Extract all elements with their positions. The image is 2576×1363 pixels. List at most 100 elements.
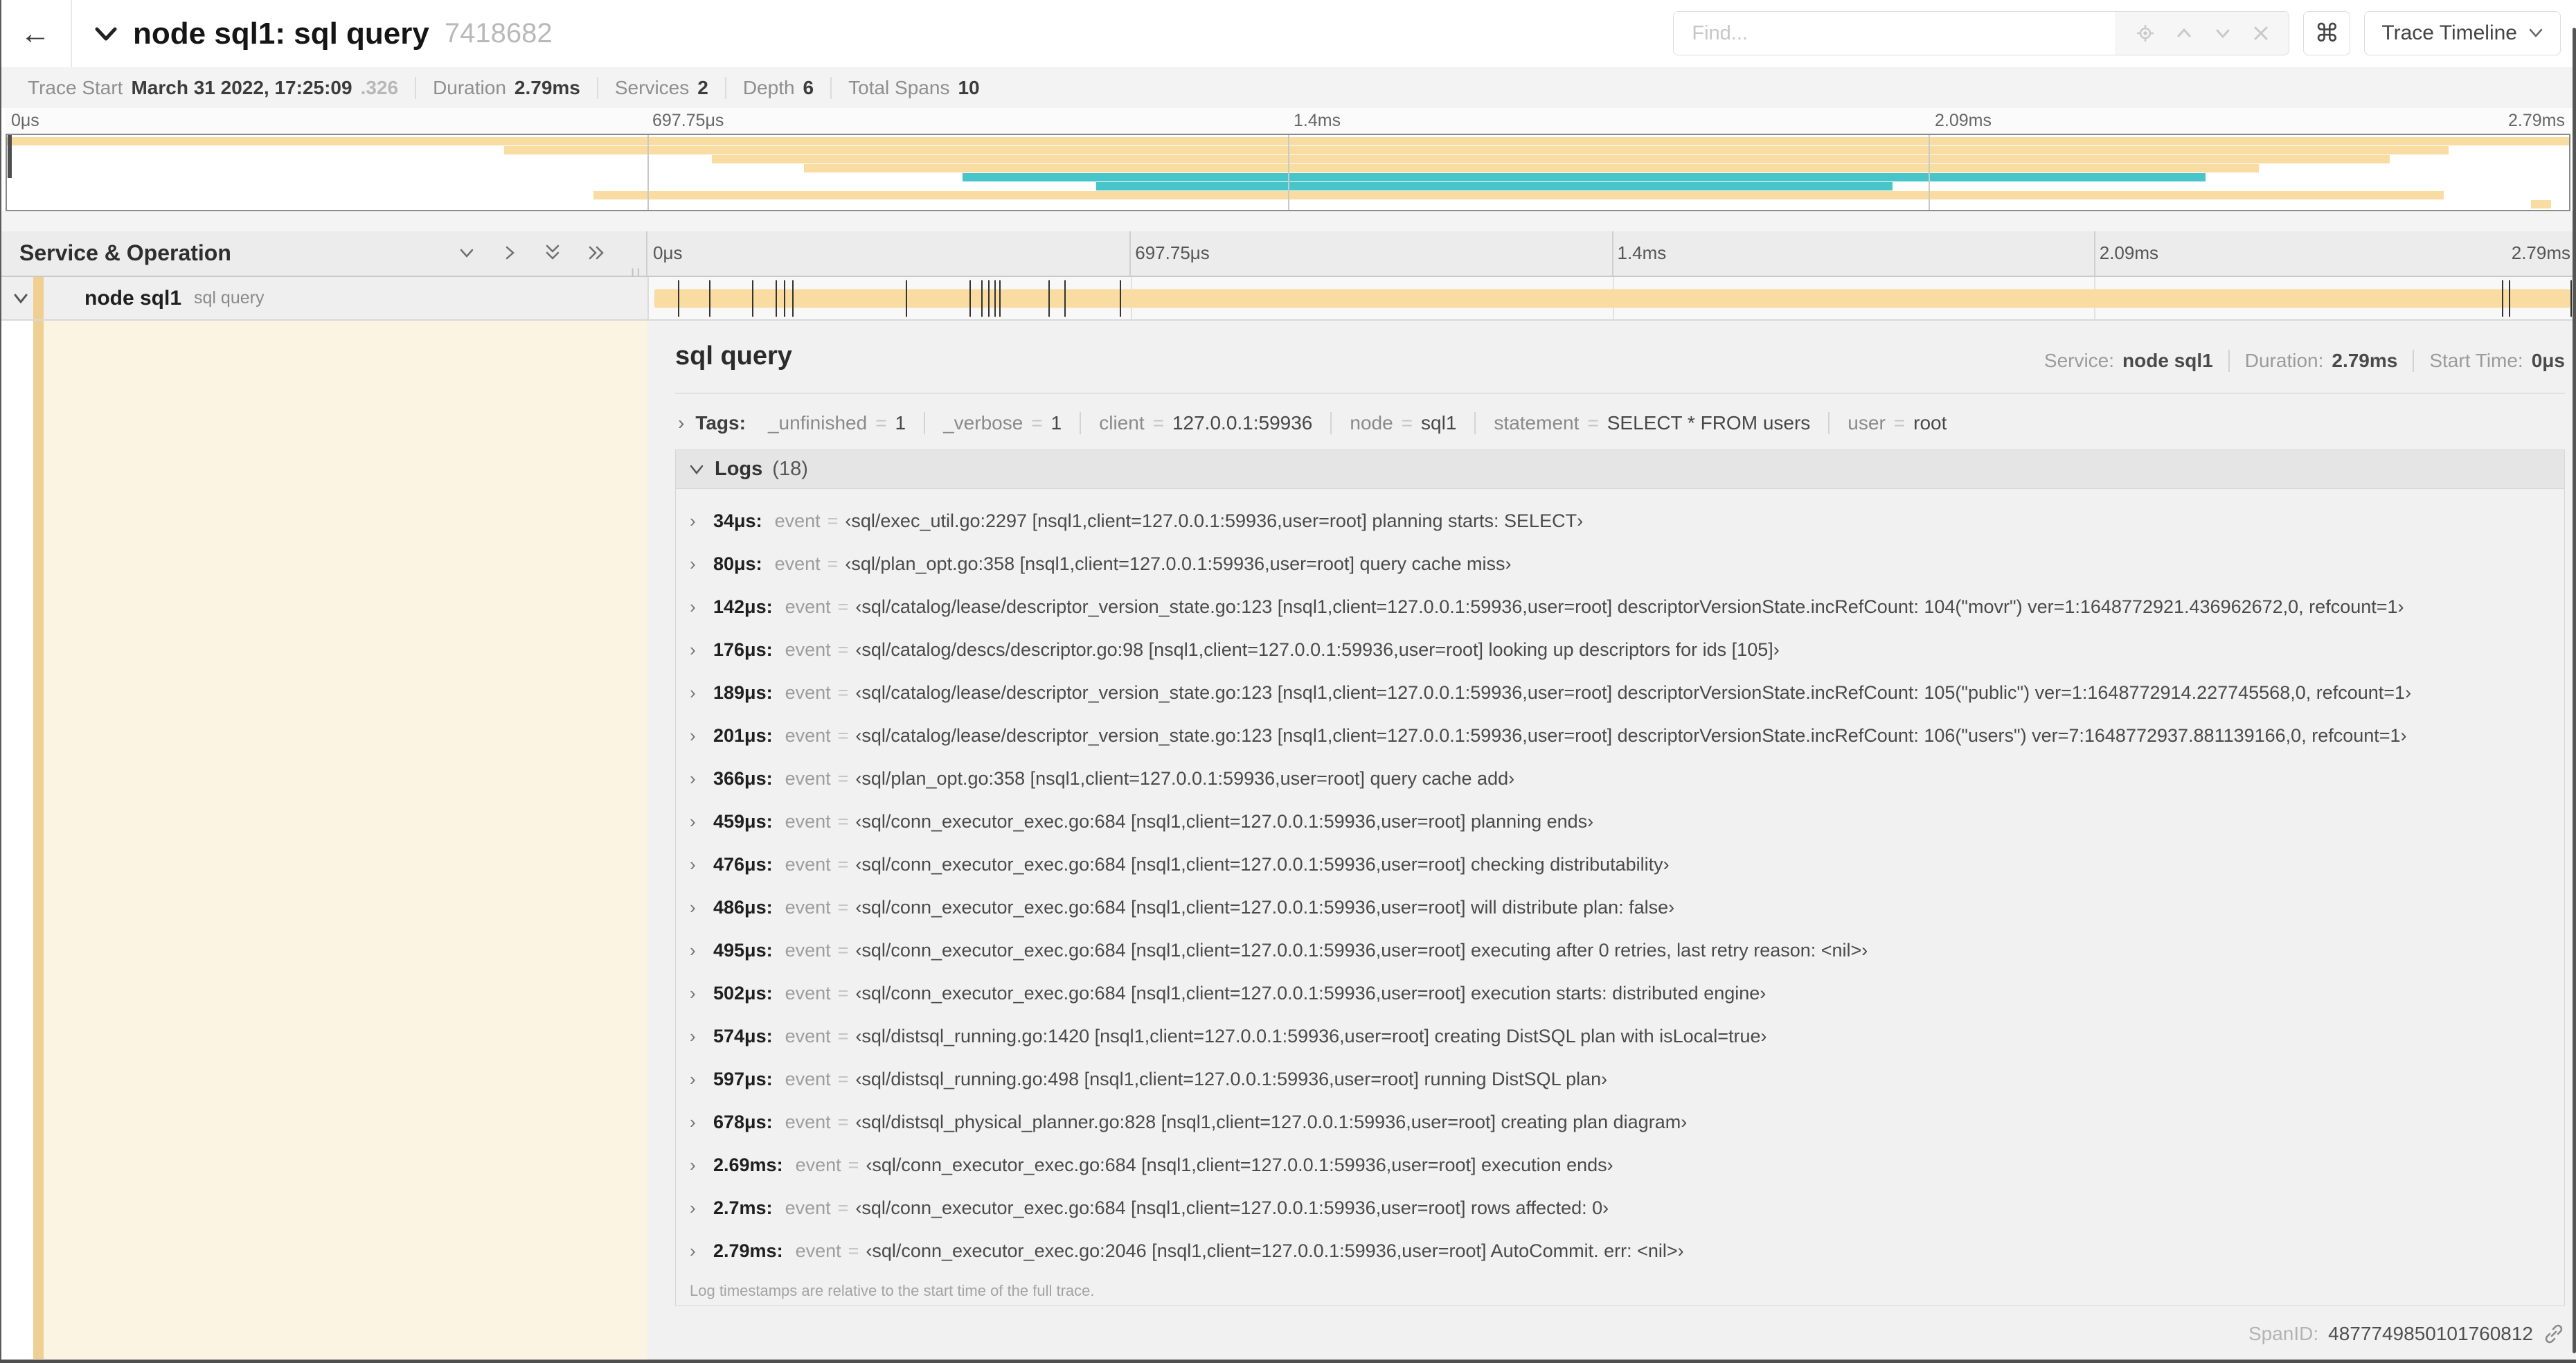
log-timestamp: 34μs: [713, 510, 762, 531]
span-row: node sql1 sql query [0, 277, 2576, 319]
trace-minimap[interactable] [6, 134, 2570, 211]
chevron-right-icon: › [690, 553, 696, 574]
horizontal-scrollbar[interactable] [0, 1360, 2576, 1363]
tag[interactable]: _verbose = 1 [924, 412, 1080, 434]
log-entry[interactable]: › 176μs: event = ‹sql/catalog/descs/desc… [676, 628, 2564, 671]
keyboard-shortcuts-button[interactable]: ⌘ [2303, 11, 2351, 55]
span-service-name: node sql1 [84, 286, 182, 310]
vertical-scrollbar[interactable] [2573, 28, 2576, 1353]
log-entry[interactable]: › 366μs: event = ‹sql/plan_opt.go:358 [n… [676, 757, 2564, 800]
next-match-icon[interactable] [2213, 24, 2233, 43]
tag[interactable]: _unfinished = 1 [750, 412, 924, 434]
log-value: ‹sql/exec_util.go:2297 [nsql1,client=127… [845, 510, 1584, 531]
find-addons [2116, 12, 2289, 55]
log-entry[interactable]: › 34μs: event = ‹sql/exec_util.go:2297 [… [676, 499, 2564, 542]
log-value: ‹sql/catalog/lease/descriptor_version_st… [855, 596, 2404, 617]
clear-search-icon[interactable] [2252, 24, 2270, 42]
log-entry[interactable]: › 502μs: event = ‹sql/conn_executor_exec… [676, 972, 2564, 1015]
minimap-scrubber-handle[interactable] [8, 135, 12, 178]
expand-all-icon[interactable] [587, 244, 607, 262]
tag-equals: = [1031, 412, 1043, 434]
chevron-right-icon: › [690, 810, 696, 832]
header-actions: ⌘ Trace Timeline [1673, 11, 2561, 55]
log-entry[interactable]: › 574μs: event = ‹sql/distsql_running.go… [676, 1015, 2564, 1058]
log-timestamp: 176μs: [713, 639, 773, 660]
log-field-name: event [785, 853, 831, 875]
time-tick-label: 697.75μs [1135, 242, 1210, 263]
expand-one-icon[interactable] [501, 244, 519, 262]
collapse-all-icon[interactable] [544, 242, 562, 263]
log-equals: = [837, 1197, 849, 1218]
tag-value: 1 [1050, 412, 1062, 434]
log-field-name: event [785, 639, 831, 660]
tag[interactable]: user = root [1828, 412, 1965, 434]
prev-match-icon[interactable] [2174, 24, 2194, 43]
timeline-gridline [1929, 135, 1930, 210]
log-entry[interactable]: › 189μs: event = ‹sql/catalog/lease/desc… [676, 671, 2564, 714]
log-marker-tick [751, 280, 753, 317]
minimap-tick-labels: 0μs 697.75μs 1.4ms 2.09ms 2.79ms [6, 108, 2570, 134]
span-row-timeline-cell[interactable] [647, 277, 2576, 319]
span-color-stripe [33, 321, 44, 1359]
span-row-name-cell[interactable]: node sql1 sql query [0, 277, 647, 319]
summary-label: Depth [742, 76, 795, 98]
log-field-name: event [785, 810, 831, 832]
trace-summary-item: Duration 2.79ms [415, 76, 597, 99]
tag[interactable]: client = 127.0.0.1:59936 [1080, 412, 1330, 434]
view-selector-button[interactable]: Trace Timeline [2364, 11, 2561, 55]
locate-icon[interactable] [2136, 24, 2155, 43]
log-entry[interactable]: › 2.7ms: event = ‹sql/conn_executor_exec… [676, 1186, 2564, 1229]
log-entry[interactable]: › 597μs: event = ‹sql/distsql_running.go… [676, 1058, 2564, 1101]
log-marker-tick [969, 280, 972, 317]
log-timestamp: 2.7ms: [713, 1197, 773, 1218]
log-equals: = [827, 510, 839, 531]
log-value: ‹sql/conn_executor_exec.go:684 [nsql1,cl… [855, 810, 1594, 832]
tags-row[interactable]: › Tags: _unfinished = 1 _verbose = 1 cli… [675, 405, 2565, 441]
trace-title-group[interactable]: node sql1: sql query 7418682 [94, 0, 553, 67]
chevron-right-icon: › [690, 639, 696, 660]
log-entry[interactable]: › 2.69ms: event = ‹sql/conn_executor_exe… [676, 1143, 2564, 1186]
log-field-name: event [774, 553, 821, 574]
log-marker-tick [994, 280, 996, 317]
log-entry[interactable]: › 476μs: event = ‹sql/conn_executor_exec… [676, 843, 2564, 886]
log-value: ‹sql/catalog/lease/descriptor_version_st… [855, 724, 2407, 746]
tag[interactable]: node = sql1 [1330, 412, 1474, 434]
logs-header[interactable]: Logs (18) [676, 450, 2564, 489]
log-entry[interactable]: › 495μs: event = ‹sql/conn_executor_exec… [676, 929, 2564, 972]
find-input[interactable] [1674, 12, 2116, 55]
tag-value: SELECT * FROM users [1607, 412, 1811, 434]
log-entry[interactable]: › 142μs: event = ‹sql/catalog/lease/desc… [676, 585, 2564, 628]
chevron-down-icon[interactable] [12, 292, 29, 305]
log-entry[interactable]: › 201μs: event = ‹sql/catalog/lease/desc… [676, 714, 2564, 757]
collapse-one-icon[interactable] [458, 244, 476, 262]
chevron-right-icon: › [690, 853, 696, 875]
log-value: ‹sql/plan_opt.go:358 [nsql1,client=127.0… [855, 767, 1515, 789]
log-entry[interactable]: › 459μs: event = ‹sql/conn_executor_exec… [676, 800, 2564, 843]
summary-label: Total Spans [848, 76, 950, 98]
log-equals: = [837, 810, 849, 832]
tag[interactable]: statement = SELECT * FROM users [1474, 412, 1828, 434]
log-entry[interactable]: › 486μs: event = ‹sql/conn_executor_exec… [676, 886, 2564, 929]
log-marker-tick [775, 280, 777, 317]
log-timestamp: 80μs: [713, 553, 762, 574]
link-icon[interactable] [2543, 1323, 2565, 1345]
tags-label: Tags: [695, 412, 746, 434]
log-field-name: event [785, 596, 831, 617]
summary-value: 2 [697, 76, 708, 98]
log-equals: = [848, 1154, 859, 1175]
log-marker-tick [981, 280, 983, 317]
log-field-name: event [785, 1068, 831, 1089]
tag-key: _verbose [943, 412, 1023, 434]
span-log-markers [654, 280, 2572, 317]
span-id-label: SpanID: [2248, 1323, 2319, 1344]
log-entry[interactable]: › 678μs: event = ‹sql/distsql_physical_p… [676, 1101, 2564, 1143]
log-timestamp: 502μs: [713, 982, 773, 1004]
log-value: ‹sql/catalog/lease/descriptor_version_st… [855, 682, 2412, 703]
meta-start-value: 0μs [2531, 350, 2565, 371]
time-tick-label: 2.79ms [2508, 111, 2565, 130]
log-entry[interactable]: › 2.79ms: event = ‹sql/conn_executor_exe… [676, 1229, 2564, 1272]
chevron-right-icon: › [690, 1240, 696, 1261]
chevron-right-icon: › [690, 1111, 696, 1132]
back-button[interactable]: ← [0, 0, 72, 67]
log-entry[interactable]: › 80μs: event = ‹sql/plan_opt.go:358 [ns… [676, 542, 2564, 585]
